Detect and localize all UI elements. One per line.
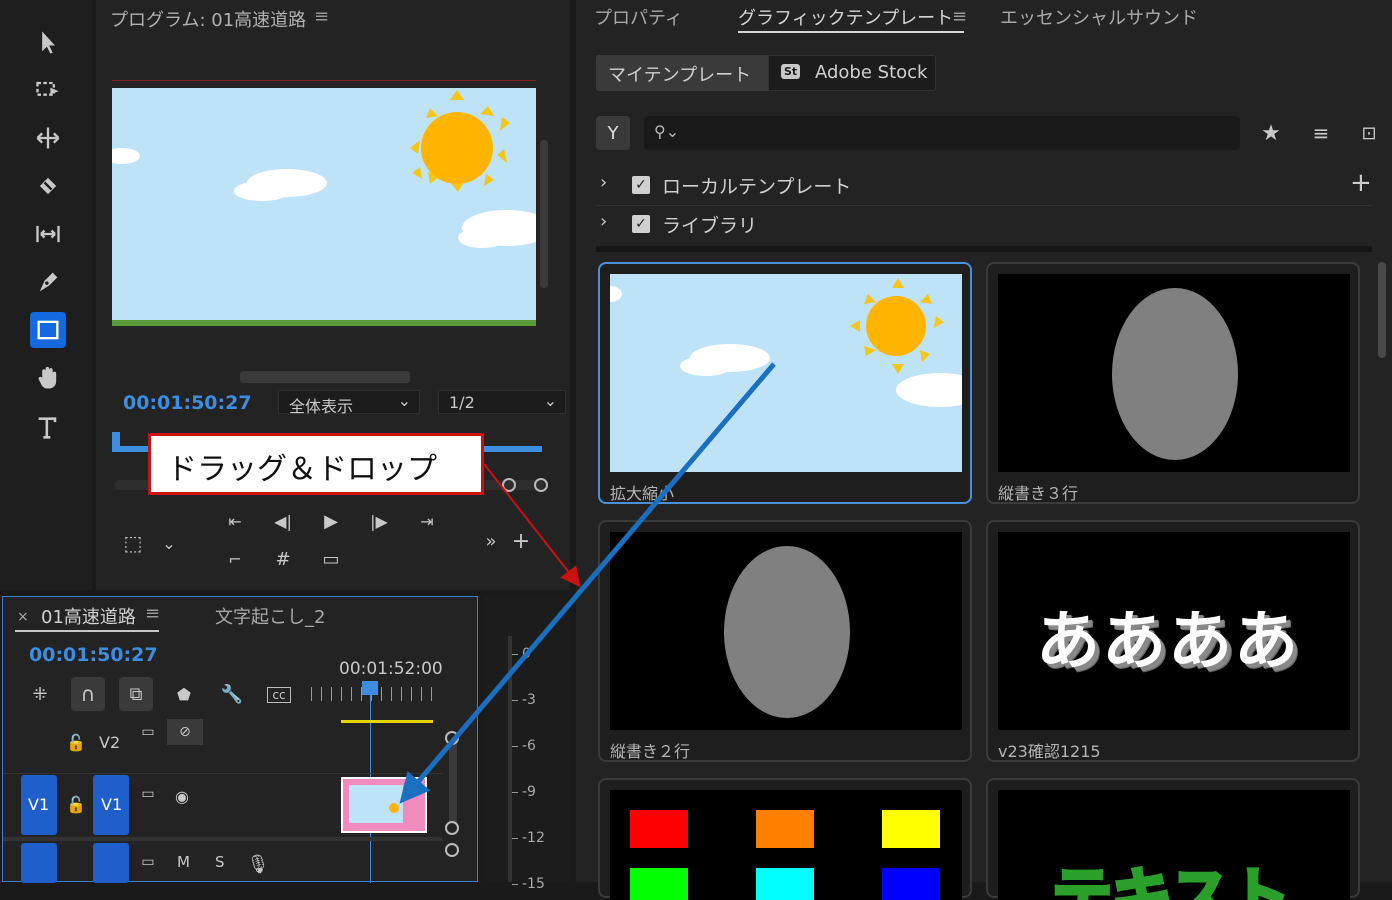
annotation-arrows	[399, 362, 776, 804]
callout-pointer-arrow	[483, 463, 581, 588]
drag-path-arrow	[399, 362, 776, 804]
meter-tick-mark	[512, 884, 518, 885]
